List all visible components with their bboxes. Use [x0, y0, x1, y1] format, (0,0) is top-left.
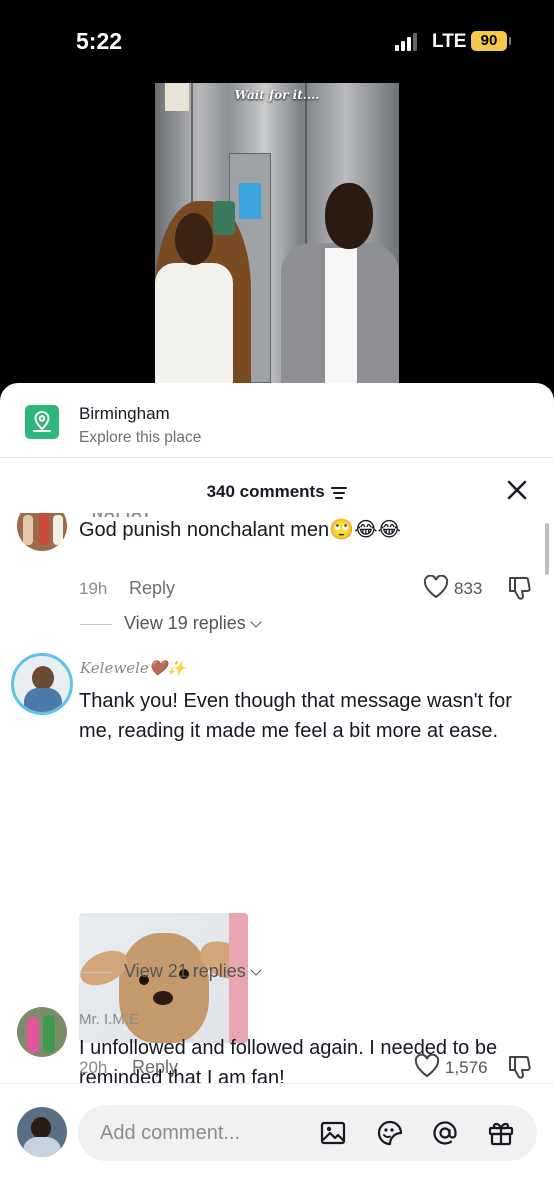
comment-username[interactable]: Kelewele🤎✨: [80, 659, 186, 677]
comments-header: 340 comments: [0, 478, 554, 508]
network-type: LTE: [432, 31, 467, 52]
gift-icon[interactable]: [487, 1119, 515, 1147]
mention-icon[interactable]: [431, 1119, 459, 1147]
sticker-icon[interactable]: [376, 1119, 404, 1147]
location-pin-icon: [25, 405, 59, 439]
avatar[interactable]: [17, 1007, 67, 1057]
elevator-screen: [239, 183, 261, 219]
chevron-down-icon: [250, 964, 262, 976]
comments-count[interactable]: 340 comments: [0, 482, 554, 502]
reply-button[interactable]: Reply: [129, 578, 175, 599]
comment-text: Thank you! Even though that message wasn…: [79, 690, 512, 742]
woman-figure: [175, 213, 213, 265]
close-icon[interactable]: [505, 478, 529, 502]
image-icon[interactable]: [319, 1119, 347, 1147]
comment-composer: Add comment...: [0, 1083, 554, 1200]
video-preview[interactable]: Wait for it....: [155, 83, 399, 383]
filter-icon: [331, 486, 348, 499]
status-time: 5:22: [76, 28, 123, 54]
location-row[interactable]: Birmingham Explore this place: [0, 383, 554, 458]
phone: [213, 201, 235, 235]
comment-placeholder: Add comment...: [100, 1122, 241, 1144]
status-bar: 5:22 LTE 90: [0, 0, 554, 80]
signal-icon: [395, 33, 421, 51]
comment-input[interactable]: Add comment...: [78, 1105, 537, 1161]
like-icon[interactable]: [423, 575, 449, 599]
location-subtitle: Explore this place: [79, 429, 202, 446]
user-avatar[interactable]: [17, 1107, 67, 1157]
comment-username[interactable]: Mr. I.M.E: [79, 1011, 139, 1028]
like-count: 833: [454, 579, 483, 598]
avatar[interactable]: [17, 513, 67, 551]
location-name: Birmingham: [79, 404, 170, 423]
comment-time: 19h: [79, 579, 108, 598]
view-replies-button[interactable]: View 19 replies: [80, 613, 262, 634]
battery-icon: 90: [471, 31, 511, 51]
video-caption: Wait for it....: [234, 88, 320, 102]
chevron-down-icon: [250, 616, 262, 628]
avatar[interactable]: [11, 653, 73, 715]
dislike-icon[interactable]: [507, 575, 533, 601]
view-replies-button[interactable]: View 21 replies: [80, 961, 262, 982]
comment-text: God punish nonchalant men🙄😂😂: [79, 519, 401, 541]
comments-sheet: Birmingham Explore this place 340 commen…: [0, 383, 554, 1200]
scrollbar[interactable]: [545, 523, 549, 575]
